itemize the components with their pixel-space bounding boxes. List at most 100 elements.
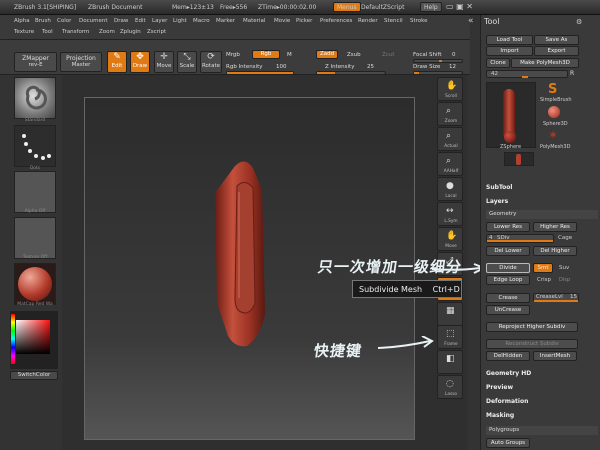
focal-shift-slider[interactable] [413,59,463,63]
crease-button[interactable]: Crease [486,293,530,303]
layers-section[interactable]: Layers [486,198,508,205]
higher-res-button[interactable]: Higher Res [533,222,577,232]
tool-count-slider[interactable]: 42 [486,70,568,78]
menu-item-edit[interactable]: Edit [135,18,146,24]
menu-item-zoom[interactable]: Zoom [99,29,115,35]
matcap-thumb[interactable] [14,263,56,305]
lower-res-button[interactable]: Lower Res [486,222,530,232]
menu-item-movie[interactable]: Movie [274,18,290,24]
menu-item-layer[interactable]: Layer [152,18,167,24]
export-button[interactable]: Export [534,46,579,56]
zcut-button[interactable]: Zcut [382,52,394,58]
edge-loop-button[interactable]: Edge Loop [486,275,530,285]
make-polymesh3d-button[interactable]: Make PolyMesh3D [511,58,579,68]
import-button[interactable]: Import [486,46,533,56]
move-mode-button[interactable]: ✛ Move [154,51,174,73]
menu-item-material[interactable]: Material [243,18,265,24]
sdiv-slider[interactable]: 4 SDiv [486,234,554,243]
aahalf-button[interactable]: ⌕ AAHalf [437,152,463,176]
menu-item-macro[interactable]: Macro [193,18,210,24]
menu-item-tool[interactable]: Tool [42,29,53,35]
auto-groups-button[interactable]: Auto Groups [486,438,530,448]
menu-item-picker[interactable]: Picker [296,18,312,24]
save-as-button[interactable]: Save As [534,35,579,45]
window-controls-icon[interactable]: ▭ ▣ ✕ [446,2,473,11]
crease-level-slider[interactable]: CreaseLvl 15 [533,293,579,302]
delhidden-button[interactable]: DelHidden [486,351,530,361]
suv-toggle[interactable]: Suv [559,265,569,271]
alpha-thumb[interactable] [14,171,56,213]
cage-button[interactable]: Cage [558,235,572,241]
menu-item-zscript[interactable]: Zscript [147,29,166,35]
move-view-button[interactable]: ✋ Move [437,227,463,251]
help-button[interactable]: Help [420,2,442,12]
polymesh-small-thumb[interactable] [504,152,534,166]
load-tool-button[interactable]: Load Tool [486,35,533,45]
r-button[interactable]: R [570,70,574,77]
zadd-button[interactable]: Zadd [316,50,338,59]
rgb-button[interactable]: Rgb [252,50,280,59]
m-button[interactable]: M [287,52,292,58]
menu-item-draw[interactable]: Draw [114,18,128,24]
simplebrush-icon[interactable]: S [548,82,562,97]
del-higher-button[interactable]: Del Higher [533,246,577,256]
color-picker[interactable] [10,311,58,369]
divide-button[interactable]: Divide [486,263,530,273]
dots-stroke-thumb[interactable] [14,125,56,167]
deformation-section[interactable]: Deformation [486,398,528,405]
menu-item-light[interactable]: Light [173,18,187,24]
menu-item-marker[interactable]: Marker [216,18,235,24]
insertmesh-button[interactable]: InsertMesh [533,351,577,361]
texture-thumb[interactable] [14,217,56,259]
zsphere-icon[interactable] [504,131,516,143]
clone-button[interactable]: Clone [486,58,510,68]
menu-item-color[interactable]: Color [57,18,71,24]
draw-mode-button[interactable]: ✥ Draw [130,51,150,73]
uncrease-button[interactable]: UnCrease [486,305,530,315]
actual-button[interactable]: ⌕ Actual [437,127,463,151]
lsym-button[interactable]: ↔ L.Sym [437,202,463,226]
transp-button[interactable]: ◧ [437,350,463,374]
lasso-button[interactable]: ◌ Lasso [437,375,463,399]
sphere3d-icon[interactable] [548,106,560,118]
default-zscript-button[interactable]: DefaultZScript [361,4,404,11]
switchcolor-button[interactable]: SwitchColor [10,371,58,380]
geometry-hd-section[interactable]: Geometry HD [486,370,531,377]
menu-item-zplugin[interactable]: Zplugin [120,29,141,35]
subtool-section[interactable]: SubTool [486,184,512,191]
projection-master-button[interactable]: Projection Master [60,52,102,72]
menu-item-stroke[interactable]: Stroke [410,18,428,24]
menu-item-preferences[interactable]: Preferences [320,18,352,24]
local-button[interactable]: ● Local [437,177,463,201]
menu-item-texture[interactable]: Texture [14,29,34,35]
scale-mode-button[interactable]: ⤡ Scale [177,51,197,73]
del-lower-button[interactable]: Del Lower [486,246,530,256]
smt-toggle[interactable]: Smt [533,263,553,273]
menu-item-brush[interactable]: Brush [35,18,51,24]
menus-button[interactable]: Menus [333,2,361,12]
collapse-palette-icon[interactable]: « [468,16,474,26]
menu-item-stencil[interactable]: Stencil [384,18,403,24]
masking-section[interactable]: Masking [486,412,514,419]
polyf-button[interactable]: ▦ [437,302,463,326]
preview-section[interactable]: Preview [486,384,513,391]
menu-item-alpha[interactable]: Alpha [14,18,30,24]
rotate-mode-button[interactable]: ⟳ Rotate [200,51,222,73]
menu-item-render[interactable]: Render [358,18,378,24]
crisp-toggle[interactable]: Crisp [537,277,551,283]
frame-button[interactable]: ⬚ Frame [437,325,463,349]
disp-toggle[interactable]: Disp [559,277,570,283]
reconstruct-subdiv-button[interactable]: Reconstruct Subdiv [486,339,578,349]
menu-item-document[interactable]: Document [79,18,108,24]
scroll-button[interactable]: ✋ Scroll [437,77,463,101]
zmapper-button[interactable]: ZMapper rev-E [14,52,57,72]
menu-item-transform[interactable]: Transform [62,29,89,35]
edit-mode-button[interactable]: ✎ Edit [107,51,127,73]
geometry-section-header[interactable]: Geometry [486,210,598,219]
palette-settings-icon[interactable]: ⚙ [576,18,582,26]
mrgb-button[interactable]: Mrgb [226,52,240,58]
polygroups-section-header[interactable]: Polygroups [486,426,598,435]
zoom-button[interactable]: ⌕ Zoom [437,102,463,126]
standard-brush-thumb[interactable] [14,77,56,119]
polymesh3d-star-icon[interactable]: ✶ [548,128,558,142]
